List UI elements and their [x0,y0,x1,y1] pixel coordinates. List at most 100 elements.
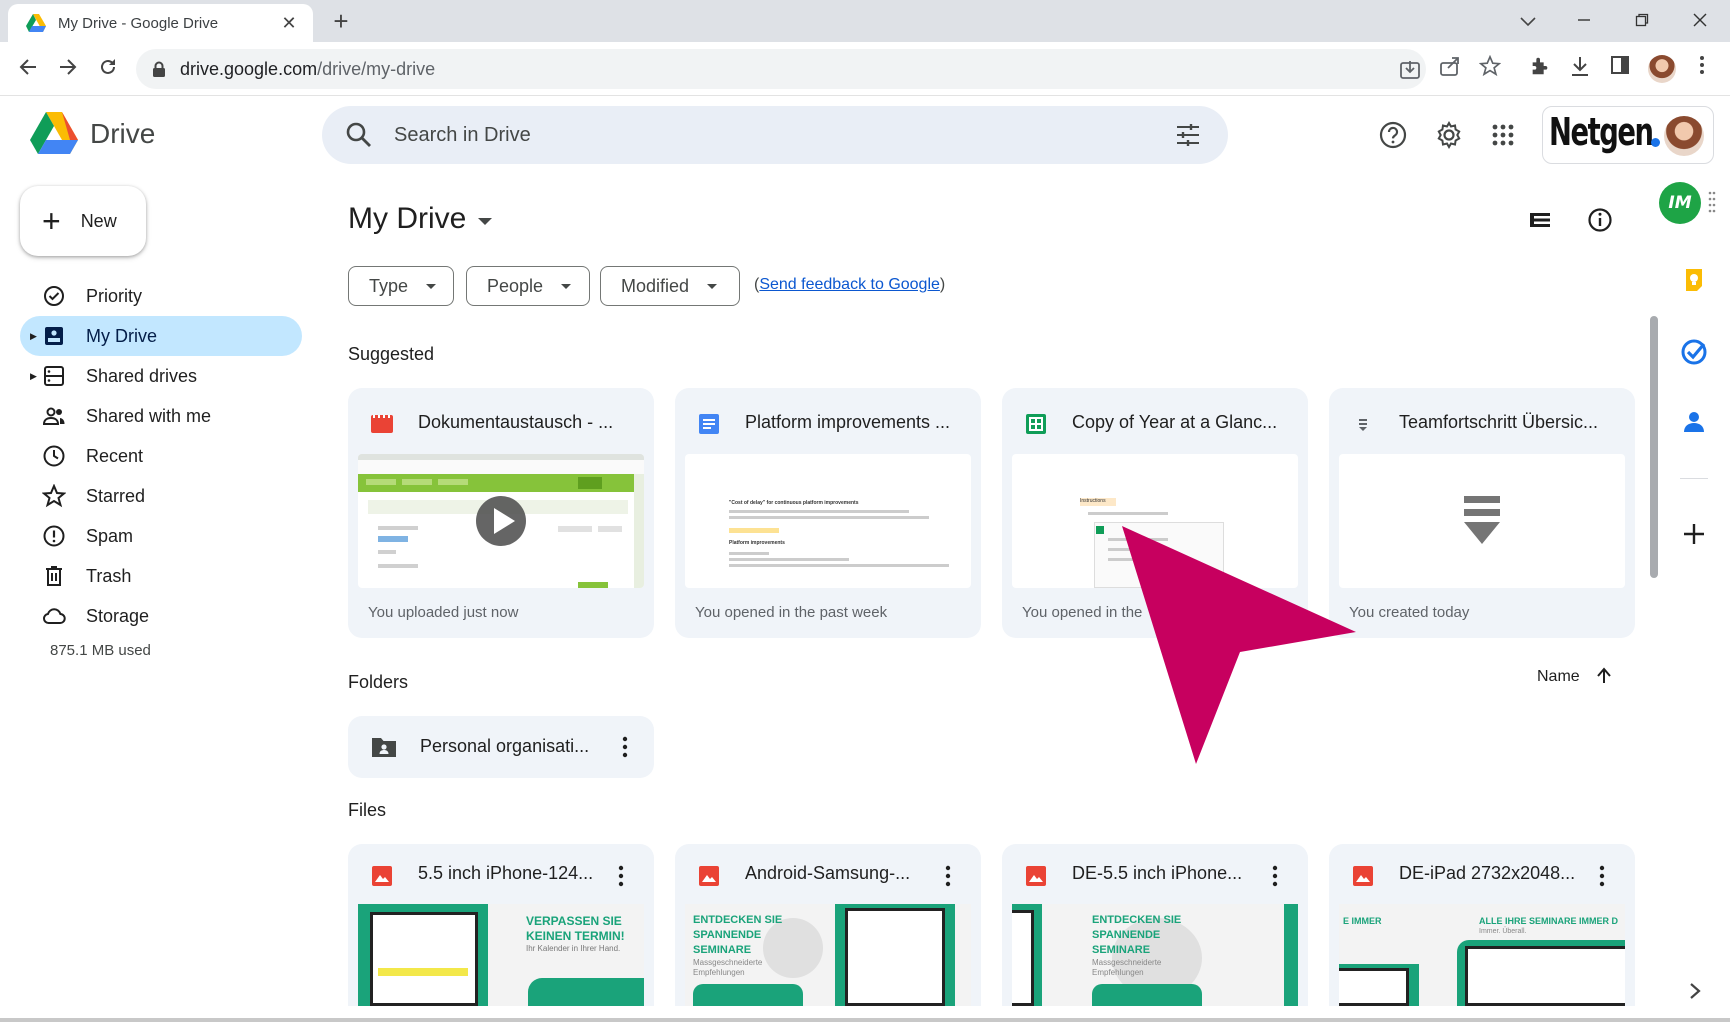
address-bar[interactable]: drive.google.com/drive/my-drive [136,49,1426,89]
send-feedback-link[interactable]: Send feedback to Google [759,276,940,293]
thumb-text: KEINEN TERMIN! [526,929,625,943]
thumb-text: Massgeschneiderte [693,958,763,967]
browser-menu-icon[interactable] [1688,55,1716,83]
account-avatar[interactable] [1664,116,1704,156]
thumb-text: SPANNENDE [1092,929,1161,941]
keep-notes-icon[interactable] [1680,266,1708,294]
drive-logo-icon[interactable] [30,112,78,154]
new-tab-icon[interactable]: + [326,6,356,36]
new-button-label: New [80,210,117,231]
clock-icon [43,445,65,467]
tab-search-chevron-icon[interactable] [1508,6,1548,36]
filter-type-chip[interactable]: Type [348,266,454,306]
more-options-icon[interactable] [618,865,624,887]
search-icon[interactable] [344,120,374,150]
add-addon-plus-icon[interactable] [1680,520,1708,548]
contacts-icon[interactable] [1680,408,1708,436]
expand-caret-icon[interactable]: ▶ [30,331,37,342]
filter-type-label: Type [369,275,409,296]
drag-handle-icon[interactable] [1708,190,1716,214]
lock-icon [153,61,165,77]
filter-people-label: People [487,275,544,296]
new-button[interactable]: + New [20,186,146,256]
minimize-window-icon[interactable] [1564,6,1604,36]
sidebar-item-my-drive[interactable]: ▶ My Drive [20,316,302,356]
video-thumbnail [358,454,644,588]
restore-window-icon[interactable] [1622,6,1662,36]
title-dropdown-icon[interactable] [478,218,492,226]
expand-caret-icon[interactable]: ▶ [30,371,37,382]
close-window-icon[interactable] [1680,6,1720,36]
sidebar-item-label: Shared drives [86,365,198,386]
sidebar-item-starred[interactable]: Starred [20,476,302,516]
chevron-right-icon[interactable] [1686,980,1704,1002]
more-options-icon[interactable] [1272,865,1278,887]
apps-grid-icon[interactable] [1488,120,1518,150]
sidebar-item-shared-with-me[interactable]: Shared with me [20,396,302,436]
storage-usage-text: 875.1 MB used [50,642,151,659]
file-activity: You created today [1349,604,1470,621]
help-icon[interactable] [1378,120,1408,150]
folder-card[interactable]: Personal organisati... [348,716,654,778]
im-extension-badge-icon[interactable]: IM [1659,182,1701,224]
sidebar-item-label: Shared with me [86,405,212,426]
details-info-icon[interactable] [1586,206,1614,234]
file-card[interactable]: 5.5 inch iPhone-124... VERPASSEN SIE KEI… [348,844,654,1006]
filter-people-chip[interactable]: People [466,266,590,306]
settings-gear-icon[interactable] [1434,120,1464,150]
tasks-icon[interactable] [1680,338,1708,366]
browser-tab-active[interactable]: My Drive - Google Drive ✕ [8,4,313,42]
sort-ascending-arrow-icon[interactable] [1594,666,1614,686]
drive-wordmark[interactable]: Drive [90,118,155,150]
image-file-icon [1353,866,1373,886]
sidebar-item-priority[interactable]: Priority [20,276,302,316]
install-app-icon[interactable] [1398,59,1422,83]
forward-arrow-icon[interactable] [52,54,84,86]
file-card[interactable]: DE-iPad 2732x2048... E IMMER ALLE IHRE S… [1329,844,1635,1006]
search-options-icon[interactable] [1174,121,1202,149]
sidebar-item-label: Recent [86,445,144,466]
side-panel-icon[interactable] [1606,55,1634,83]
suggested-section-label: Suggested [348,344,435,364]
reload-icon[interactable] [92,54,124,86]
sidebar-item-recent[interactable]: Recent [20,436,302,476]
spam-icon [43,525,65,547]
thumb-text: SPANNENDE [693,929,762,941]
more-options-icon[interactable] [945,865,951,887]
close-tab-icon[interactable]: ✕ [279,13,299,34]
files-section-label: Files [348,800,387,820]
sidebar-item-storage[interactable]: Storage [20,596,302,636]
suggested-card[interactable]: Platform improvements ... "Cost of delay… [675,388,981,638]
browser-profile-avatar[interactable] [1648,55,1676,83]
sidebar-item-label: Starred [86,485,146,506]
more-options-icon[interactable] [1599,865,1605,887]
downloads-icon[interactable] [1566,55,1594,83]
page-title[interactable]: My Drive [348,202,466,236]
back-arrow-icon[interactable] [12,54,44,86]
vertical-scrollbar[interactable] [1650,316,1658,578]
image-thumbnail: ENTDECKEN SIE SPANNENDE SEMINARE Massges… [1012,904,1298,1006]
sidebar-item-shared-drives[interactable]: ▶ Shared drives [20,356,302,396]
sidebar-item-spam[interactable]: Spam [20,516,302,556]
sidebar-item-trash[interactable]: Trash [20,556,302,596]
filter-modified-chip[interactable]: Modified [600,266,740,306]
google-sheets-icon [1026,414,1046,434]
url-path: /drive/my-drive [317,58,436,79]
extensions-puzzle-icon[interactable] [1526,55,1554,83]
more-options-icon[interactable] [622,736,628,758]
plus-icon: + [42,203,61,239]
suggested-card[interactable]: Teamfortschritt Übersic... You created t… [1329,388,1635,638]
file-card[interactable]: DE-5.5 inch iPhone... ENTDECKEN SIE SPAN… [1002,844,1308,1006]
list-view-icon[interactable] [1526,206,1554,234]
share-icon[interactable] [1436,55,1464,83]
file-name: DE-5.5 inch iPhone... [1072,863,1243,883]
image-file-icon [1026,866,1046,886]
shared-drives-icon [44,366,64,386]
sidebar-item-label: Trash [86,565,132,586]
file-card[interactable]: Android-Samsung-... ENTDECKEN SIE SPANNE… [675,844,981,1006]
suggested-card[interactable]: Dokumentaustausch - ... You uploaded jus… [348,388,654,638]
search-input[interactable]: Search in Drive [394,124,1174,147]
search-bar[interactable]: Search in Drive [322,106,1228,164]
bookmark-star-icon[interactable] [1476,54,1504,83]
sort-by-name-button[interactable]: Name [1537,668,1580,686]
